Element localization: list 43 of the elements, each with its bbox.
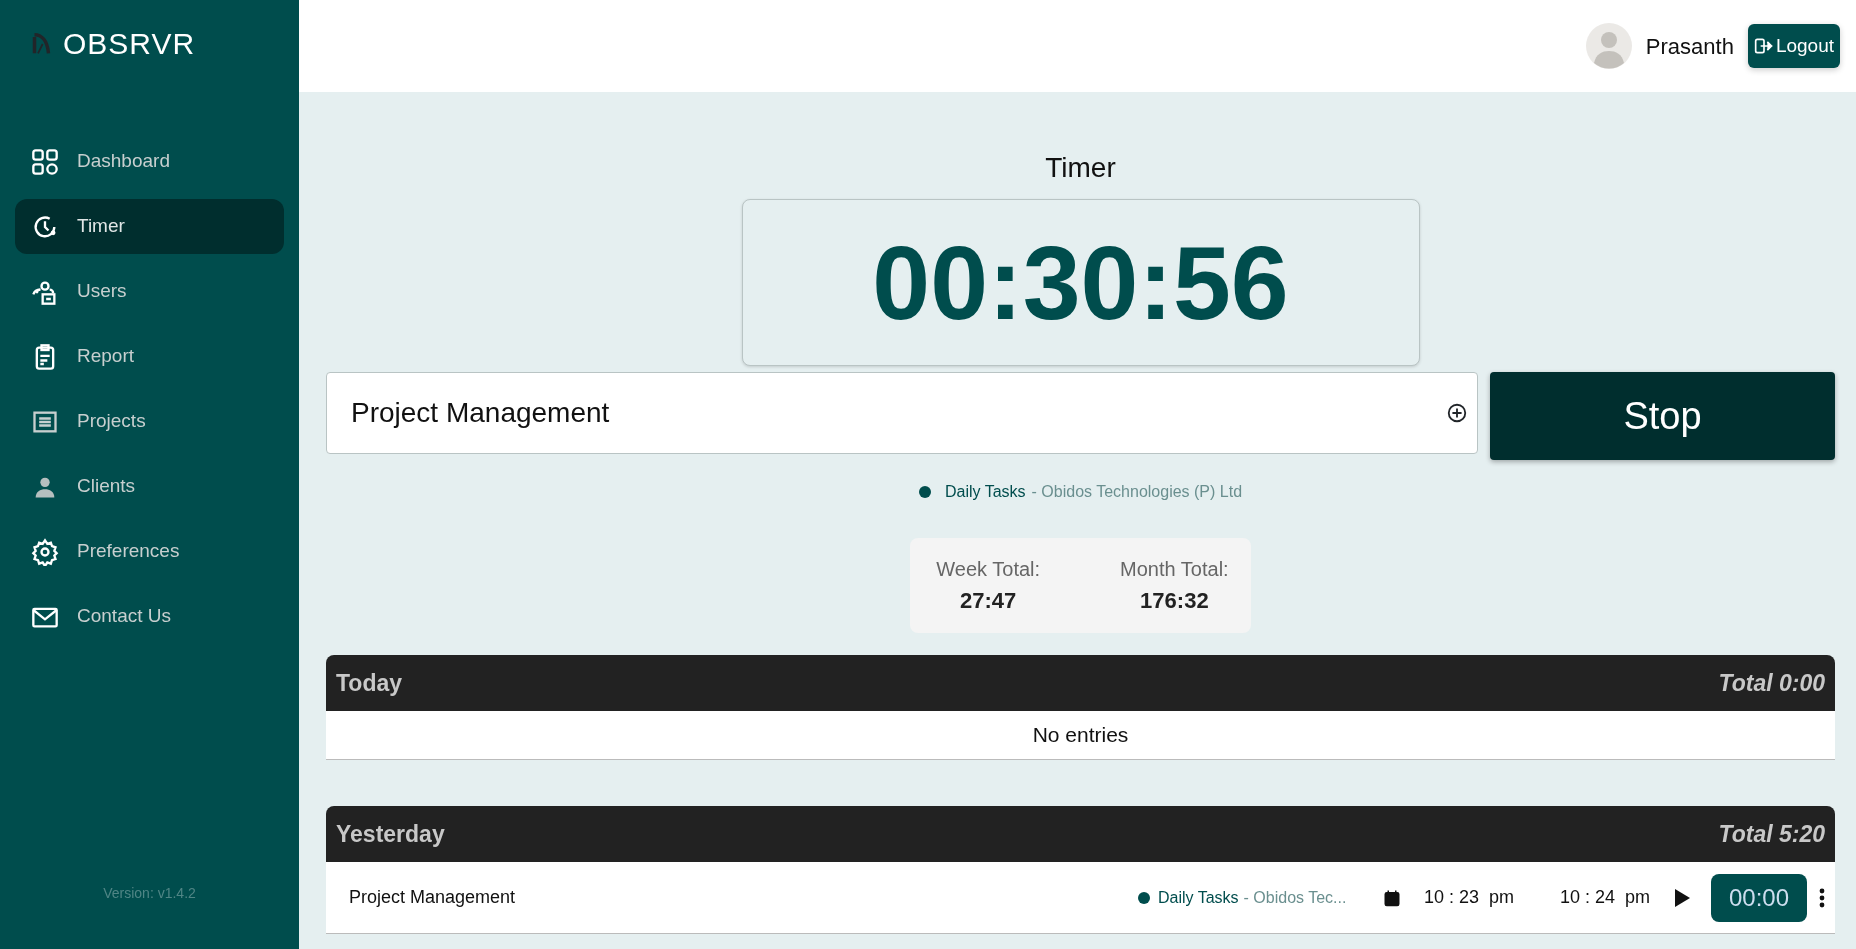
day-title: Today: [336, 668, 403, 698]
day-total: Total 5:20: [1718, 819, 1825, 849]
more-icon[interactable]: [1819, 887, 1825, 908]
version-text: Version: v1.4.2: [102, 884, 197, 903]
end-time: 10 : 24 pm: [1558, 886, 1651, 909]
stop-button[interactable]: Stop: [1490, 372, 1835, 460]
project-dot: [1137, 891, 1150, 904]
project-name: Daily Tasks: [1157, 887, 1239, 908]
duration-button[interactable]: 00:00: [1710, 873, 1807, 922]
entry-task: Project Management: [349, 886, 517, 909]
avatar-icon: [1585, 23, 1632, 69]
grid-icon: [31, 147, 59, 176]
sidebar-item[interactable]: Report: [15, 329, 284, 384]
empty-message: No entries: [326, 711, 1835, 760]
sidebar-item[interactable]: Preferences: [15, 524, 284, 579]
total-label: Week Total:: [936, 557, 1041, 582]
sidebar-item[interactable]: Timer: [15, 199, 284, 254]
plus-circle-icon: [1446, 402, 1468, 424]
play-icon[interactable]: [1672, 887, 1691, 908]
client-name: - Obidos Technologies (P) Ltd: [1031, 482, 1243, 502]
sidebar-item[interactable]: Projects: [15, 394, 284, 449]
start-time: 10 : 23 pm: [1422, 886, 1515, 909]
project-dot: [918, 486, 931, 498]
client-name: - Obidos Tec...: [1243, 887, 1347, 908]
sidebar-item[interactable]: Users: [15, 264, 284, 319]
project-name: Daily Tasks: [944, 482, 1026, 502]
settings-icon: [31, 537, 59, 566]
brand-name: OBSRVR: [63, 29, 196, 59]
sidebar-item[interactable]: Clients: [15, 459, 284, 514]
day-title: Yesterday: [336, 819, 445, 849]
task-field[interactable]: Project Management: [326, 372, 1478, 454]
user-name: Prasanth: [1645, 32, 1734, 61]
logout-button[interactable]: Logout: [1747, 23, 1840, 69]
timer-display: 00:30:56: [741, 199, 1420, 366]
sidebar-item[interactable]: Dashboard: [15, 134, 284, 189]
calendar-icon: [1382, 888, 1401, 907]
total-label: Month Total:: [1120, 557, 1229, 582]
sidebar-item[interactable]: Contact Us: [15, 589, 284, 644]
total-value: 176:32: [1139, 587, 1210, 615]
timer-title: Timer: [1044, 151, 1117, 185]
logout-icon: [1753, 36, 1774, 56]
day-total: Total 0:00: [1718, 668, 1825, 698]
total-value: 27:47: [959, 587, 1018, 615]
